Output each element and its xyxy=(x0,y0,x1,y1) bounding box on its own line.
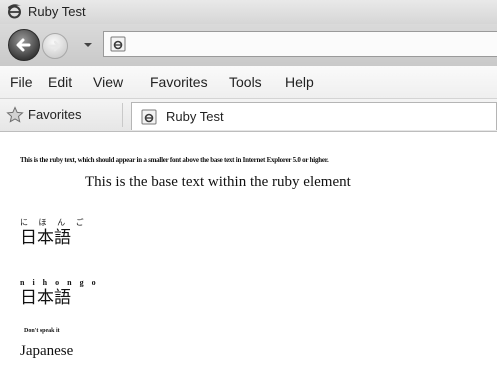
back-button[interactable] xyxy=(8,29,40,61)
dropdown-arrow-icon[interactable] xyxy=(82,39,94,51)
browser-window: Ruby Test File Edit View Favorites Tools… xyxy=(0,0,497,376)
menu-file[interactable]: File xyxy=(10,74,33,90)
ruby-annotation-text: This is the ruby text, which should appe… xyxy=(20,156,329,164)
navigation-bar xyxy=(0,24,497,66)
ruby-example-english: Don't speak it Japanese xyxy=(20,326,73,361)
title-bar: Ruby Test xyxy=(0,0,497,24)
toolbar-divider xyxy=(122,103,123,127)
ruby-base: 日本語 xyxy=(20,228,71,248)
tab-label: Ruby Test xyxy=(166,109,224,124)
favorites-label: Favorites xyxy=(28,107,82,122)
ruby-base-text: This is the base text within the ruby el… xyxy=(85,174,351,190)
ruby-base: 日本語 xyxy=(20,288,71,308)
menu-help[interactable]: Help xyxy=(285,74,314,90)
forward-arrow-icon xyxy=(48,40,61,52)
ie-page-icon xyxy=(110,36,126,52)
favorites-button[interactable]: Favorites xyxy=(6,103,81,127)
tab-ruby-test[interactable]: Ruby Test xyxy=(131,102,497,130)
ruby-annotation: Don't speak it xyxy=(24,328,60,334)
menu-edit[interactable]: Edit xyxy=(48,74,72,90)
ruby-example-romaji: n i h o n g o 日本語 xyxy=(20,278,99,308)
address-bar[interactable] xyxy=(103,31,497,57)
menu-tools[interactable]: Tools xyxy=(229,74,262,90)
window-title: Ruby Test xyxy=(28,4,86,19)
ie-logo-icon xyxy=(8,4,21,19)
ie-page-icon xyxy=(141,109,157,125)
ruby-annotation: に ほ ん ご xyxy=(20,218,88,227)
ruby-example-hiragana: に ほ ん ご 日本語 xyxy=(20,218,88,248)
address-input[interactable] xyxy=(132,35,496,55)
ruby-annotation: n i h o n g o xyxy=(20,278,99,287)
forward-button[interactable] xyxy=(42,33,68,59)
menu-favorites[interactable]: Favorites xyxy=(150,74,208,90)
menu-view[interactable]: View xyxy=(93,74,123,90)
favorites-bar: Favorites Ruby Test xyxy=(0,99,497,132)
ruby-base: Japanese xyxy=(20,343,74,359)
page-content: This is the ruby text, which should appe… xyxy=(0,132,497,376)
star-icon xyxy=(6,106,24,123)
back-arrow-icon xyxy=(16,38,31,52)
menu-bar: File Edit View Favorites Tools Help xyxy=(0,66,497,99)
